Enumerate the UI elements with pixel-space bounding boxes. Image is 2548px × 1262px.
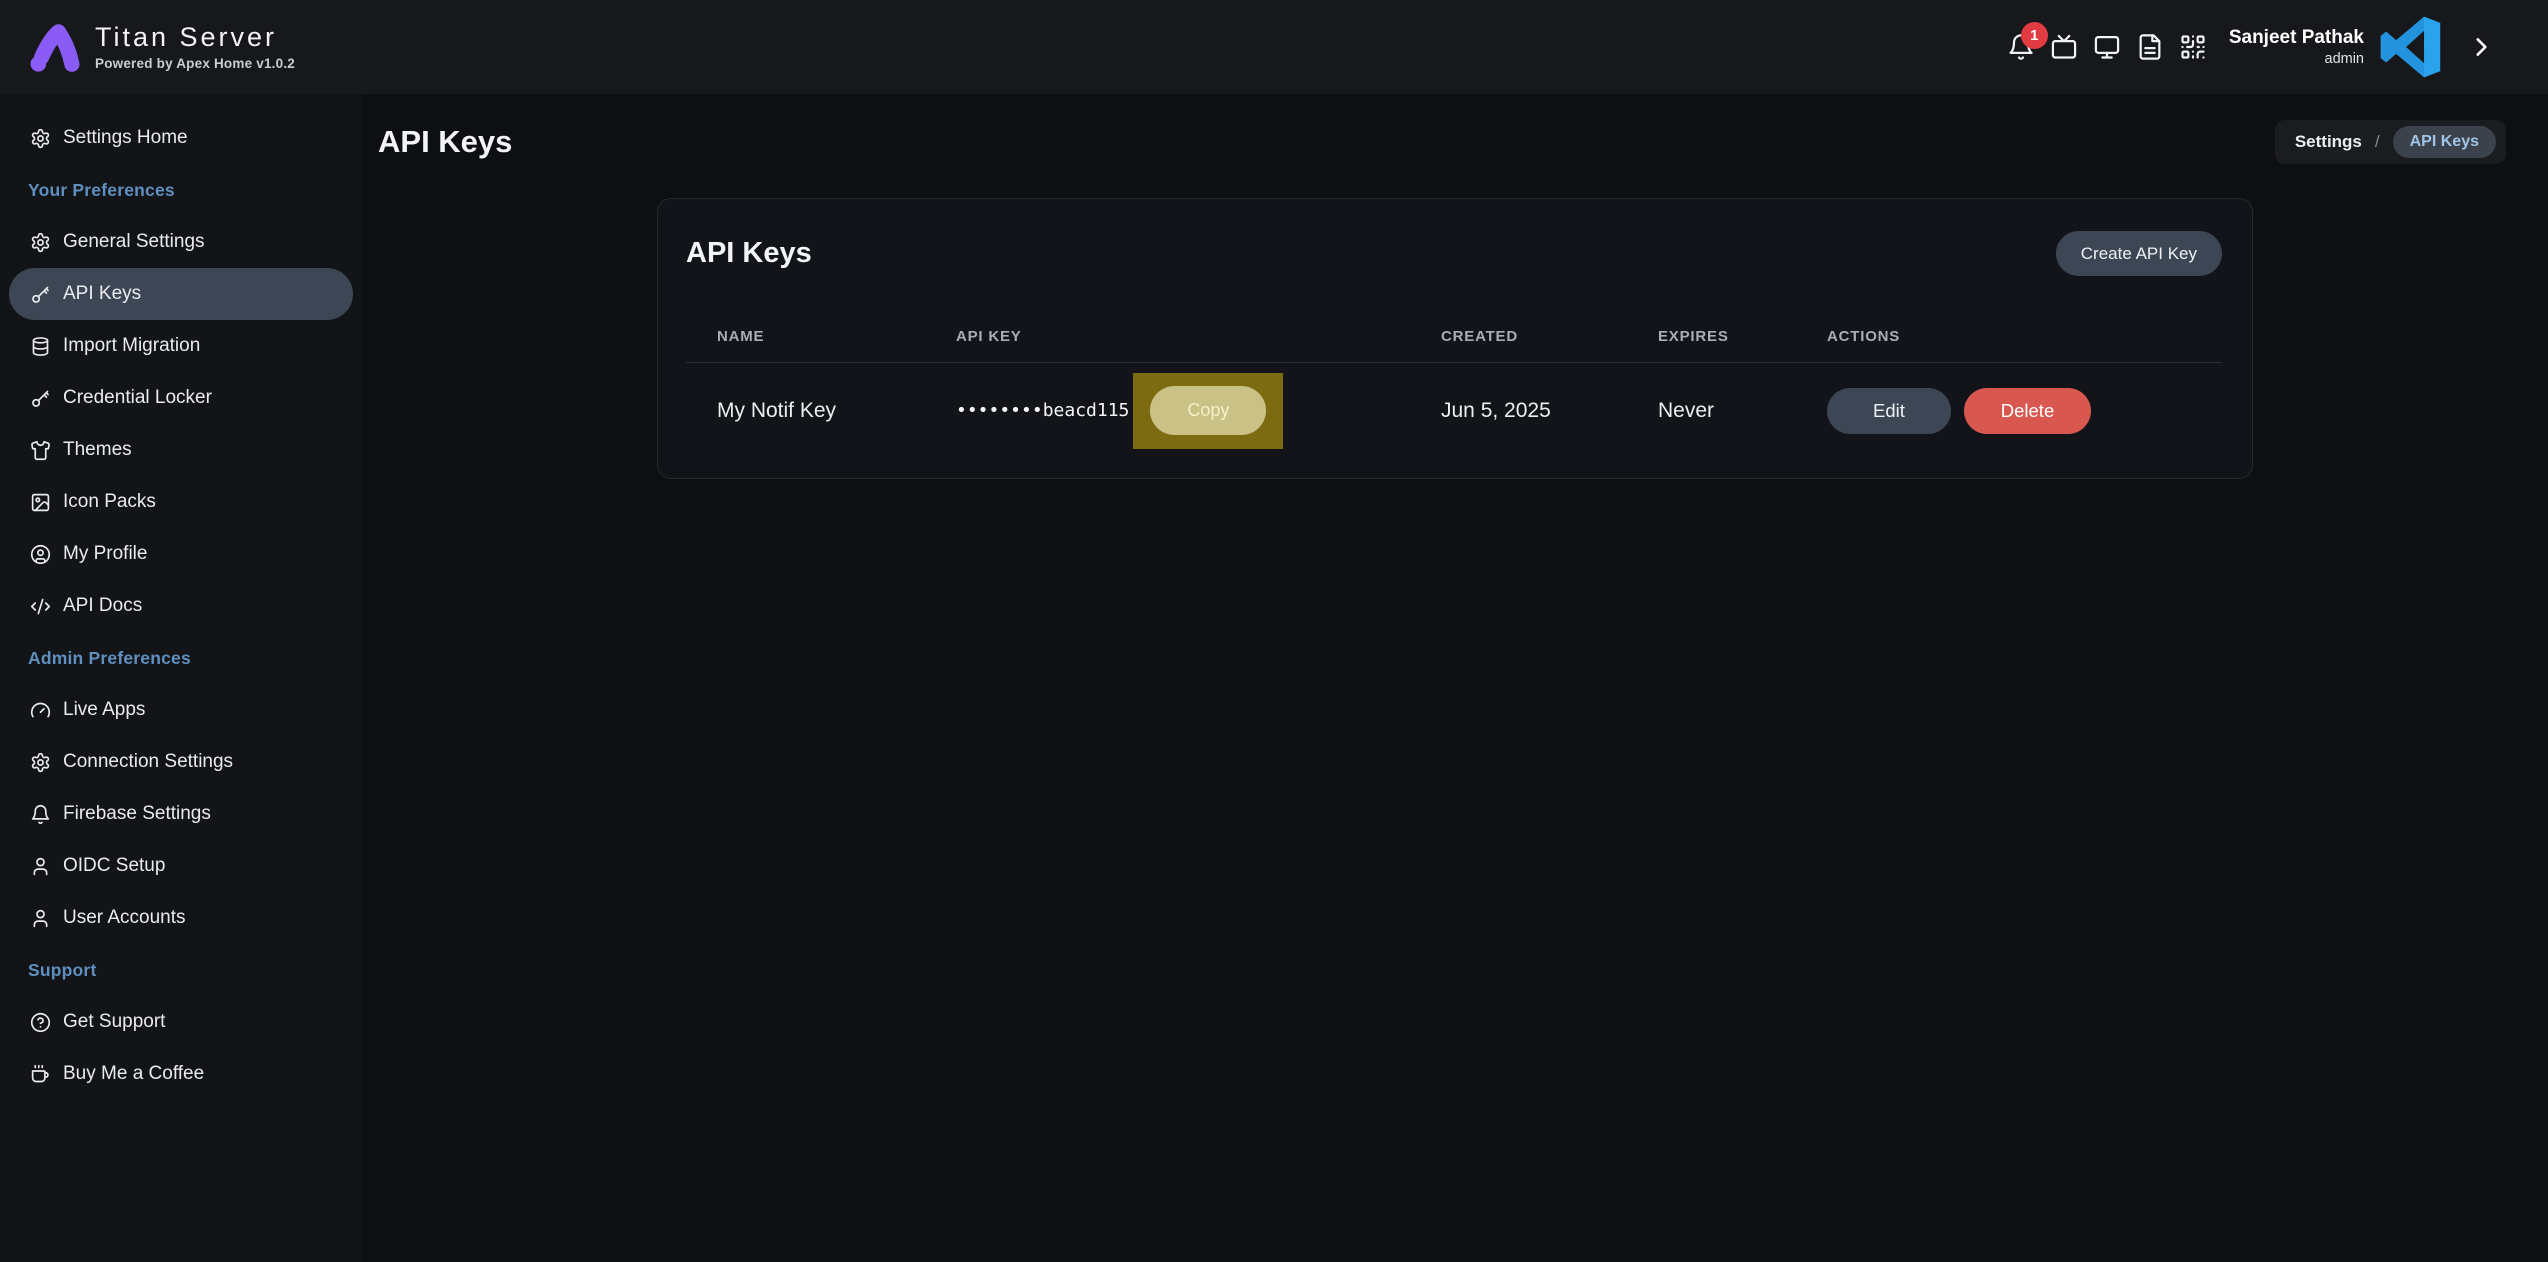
sidebar-item-connection-settings[interactable]: Connection Settings	[9, 736, 353, 788]
app-title: Titan Server	[95, 23, 295, 53]
column-header-expires: EXPIRES	[1658, 328, 1827, 345]
sidebar-item-label: My Profile	[63, 543, 147, 565]
shirt-icon	[30, 440, 51, 461]
header-right: 1 Sanjeet Pathak admin	[2007, 0, 2548, 94]
app-header: Titan Server Powered by Apex Home v1.0.2…	[0, 0, 2548, 94]
sidebar-item-label: OIDC Setup	[63, 855, 165, 877]
page-title: API Keys	[378, 124, 512, 160]
logs-button[interactable]	[2136, 33, 2164, 61]
user-info: Sanjeet Pathak admin	[2229, 27, 2364, 68]
monitor-icon	[2093, 33, 2121, 61]
column-header-api-key: API KEY	[956, 328, 1441, 345]
sidebar-item-import-migration[interactable]: Import Migration	[9, 320, 353, 372]
gear-icon	[30, 752, 51, 773]
api-keys-card: API Keys Create API Key NAME API KEY CRE…	[657, 198, 2253, 479]
user-role: admin	[2229, 51, 2364, 68]
copy-button-highlight: Copy	[1133, 373, 1283, 449]
tv-icon	[2050, 33, 2078, 61]
create-api-key-button[interactable]: Create API Key	[2056, 231, 2222, 276]
breadcrumb-separator: /	[2375, 132, 2380, 152]
sidebar-item-label: Firebase Settings	[63, 803, 211, 825]
sidebar-item-label: Live Apps	[63, 699, 145, 721]
column-header-actions: ACTIONS	[1827, 328, 2222, 345]
copy-api-key-button[interactable]: Copy	[1150, 386, 1266, 435]
breadcrumb-current-page: API Keys	[2393, 126, 2496, 158]
column-header-name: NAME	[686, 328, 956, 345]
sidebar-item-label: API Docs	[63, 595, 142, 617]
sidebar-item-label: General Settings	[63, 231, 205, 253]
monitor-button[interactable]	[2093, 33, 2121, 61]
sidebar-item-my-profile[interactable]: My Profile	[9, 528, 353, 580]
breadcrumb-settings-link[interactable]: Settings	[2295, 132, 2362, 152]
api-key-masked-value: ••••••••beacd115	[956, 400, 1129, 421]
image-icon	[30, 492, 51, 513]
notification-badge: 1	[2021, 22, 2048, 49]
coffee-icon	[30, 1064, 51, 1085]
qr-code-button[interactable]	[2179, 33, 2207, 61]
user-icon	[30, 856, 51, 877]
sidebar-item-oidc-setup[interactable]: OIDC Setup	[9, 840, 353, 892]
sidebar-section-your-preferences: Your Preferences	[9, 164, 353, 216]
breadcrumb: Settings / API Keys	[2275, 120, 2506, 164]
sidebar-item-label: Icon Packs	[63, 491, 156, 513]
column-header-created: CREATED	[1441, 328, 1658, 345]
sidebar-item-label: Import Migration	[63, 335, 200, 357]
sidebar-section-admin-preferences: Admin Preferences	[9, 632, 353, 684]
brand: Titan Server Powered by Apex Home v1.0.2	[0, 19, 295, 75]
sidebar-item-label: Credential Locker	[63, 387, 212, 409]
sidebar-item-buy-me-a-coffee[interactable]: Buy Me a Coffee	[9, 1048, 353, 1100]
sidebar-item-label: Connection Settings	[63, 751, 233, 773]
avatar[interactable]	[2380, 16, 2442, 78]
sidebar-item-api-docs[interactable]: API Docs	[9, 580, 353, 632]
sidebar-item-label: User Accounts	[63, 907, 186, 929]
api-key-created-date: Jun 5, 2025	[1441, 399, 1658, 423]
user-icon	[30, 908, 51, 929]
delete-api-key-button[interactable]: Delete	[1964, 388, 2091, 434]
sidebar-section-support: Support	[9, 944, 353, 996]
sidebar-item-icon-packs[interactable]: Icon Packs	[9, 476, 353, 528]
gear-icon	[30, 128, 51, 149]
gauge-icon	[30, 700, 51, 721]
database-icon	[30, 336, 51, 357]
sidebar-item-firebase-settings[interactable]: Firebase Settings	[9, 788, 353, 840]
file-text-icon	[2136, 33, 2164, 61]
sidebar-item-settings-home[interactable]: Settings Home	[9, 112, 353, 164]
table-header-row: NAME API KEY CREATED EXPIRES ACTIONS	[686, 328, 2222, 363]
table-row: My Notif Key ••••••••beacd115 Copy Jun 5…	[686, 363, 2222, 458]
sidebar-item-label: Get Support	[63, 1011, 165, 1033]
sidebar-item-label: Themes	[63, 439, 132, 461]
collapse-panel-chevron-right-icon[interactable]	[2468, 34, 2494, 60]
notifications-button[interactable]: 1	[2007, 33, 2035, 61]
api-key-expires: Never	[1658, 399, 1827, 423]
gear-icon	[30, 232, 51, 253]
edit-api-key-button[interactable]: Edit	[1827, 388, 1951, 434]
code-icon	[30, 596, 51, 617]
tv-button[interactable]	[2050, 33, 2078, 61]
sidebar: Settings Home Your Preferences General S…	[0, 94, 362, 1262]
card-title: API Keys	[686, 237, 812, 270]
sidebar-item-api-keys[interactable]: API Keys	[9, 268, 353, 320]
sidebar-item-user-accounts[interactable]: User Accounts	[9, 892, 353, 944]
sidebar-item-live-apps[interactable]: Live Apps	[9, 684, 353, 736]
sidebar-item-get-support[interactable]: Get Support	[9, 996, 353, 1048]
apex-home-logo-icon	[26, 19, 82, 75]
user-circle-icon	[30, 544, 51, 565]
api-key-name: My Notif Key	[686, 399, 956, 423]
user-name: Sanjeet Pathak	[2229, 27, 2364, 49]
sidebar-item-credential-locker[interactable]: Credential Locker	[9, 372, 353, 424]
bell-icon	[30, 804, 51, 825]
help-icon	[30, 1012, 51, 1033]
sidebar-item-themes[interactable]: Themes	[9, 424, 353, 476]
sidebar-item-general-settings[interactable]: General Settings	[9, 216, 353, 268]
qr-code-icon	[2179, 33, 2207, 61]
sidebar-item-label: Buy Me a Coffee	[63, 1063, 204, 1085]
main-content: API Keys Settings / API Keys API Keys Cr…	[362, 94, 2548, 1262]
sidebar-item-label: API Keys	[63, 283, 141, 305]
sidebar-item-label: Settings Home	[63, 127, 188, 149]
key-icon	[30, 284, 51, 305]
app-subtitle: Powered by Apex Home v1.0.2	[95, 56, 295, 71]
key-icon	[30, 388, 51, 409]
